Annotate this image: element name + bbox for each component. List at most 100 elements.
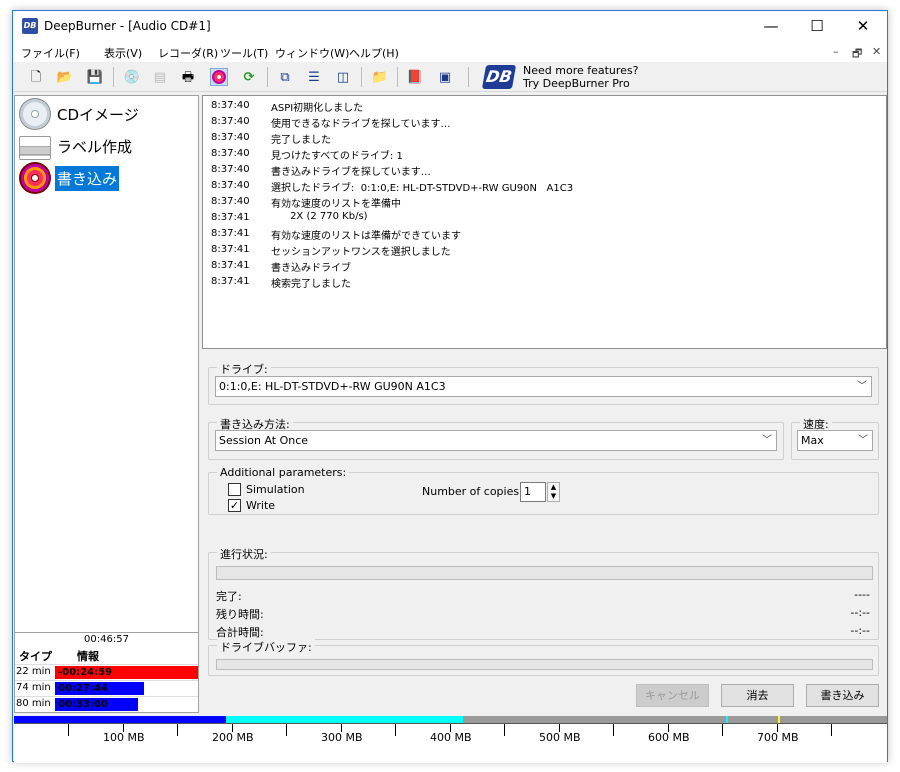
window-title: DeepBurner - [Audio CD#1] — [44, 19, 211, 33]
write-checkbox[interactable]: ✓ — [228, 499, 241, 512]
progress-label: 進行状況: — [217, 546, 271, 562]
additional-params-label: Additional parameters: — [217, 466, 350, 479]
ruler-tick — [613, 724, 614, 736]
drive-select[interactable]: 0:1:0,E: HL-DT-STDVD+-RW GU90N A1C3 ﹀ — [215, 376, 872, 397]
browse-folder-icon[interactable]: 📁 — [371, 68, 389, 86]
mdi-close-icon[interactable]: ✕ — [872, 45, 881, 58]
cd-image-icon[interactable]: 💿 — [123, 68, 141, 86]
write-method-group: 書き込み方法: Session At Once ﹀ — [208, 416, 784, 460]
log-time: 8:37:40 — [211, 100, 250, 111]
drive-buffer-group: ドライブバッファ: — [208, 639, 879, 676]
drive-label: ドライブ: — [217, 361, 271, 377]
menu-file[interactable]: ファイル(F) — [21, 45, 80, 61]
deepburner-logo[interactable]: DB — [481, 65, 517, 89]
burn-button[interactable]: 書き込み — [806, 684, 879, 707]
log-time: 8:37:41 — [211, 212, 250, 223]
burn-disc-icon — [19, 162, 51, 194]
new-file-icon[interactable]: 🗋 — [27, 68, 45, 86]
write-method-select[interactable]: Session At Once ﹀ — [215, 430, 777, 451]
minimize-button[interactable]: — — [748, 11, 794, 42]
nav-item-burn[interactable]: 書き込み — [19, 162, 120, 194]
col-header-info: 情報 — [77, 650, 99, 663]
about-icon[interactable]: ▣ — [436, 68, 454, 86]
disc-stats-panel: 00:46:57 タイプ 情報 22 min -00:24:59 74 min … — [14, 633, 199, 713]
write-label: Write — [246, 499, 276, 512]
capacity-used-segment — [14, 716, 226, 723]
title-bar[interactable]: DB DeepBurner - [Audio CD#1] — ☐ ✕ — [13, 11, 887, 42]
done-label: 完了: — [216, 590, 242, 603]
stats-type: 22 min — [16, 666, 51, 677]
copies-input[interactable]: 1 — [520, 482, 546, 502]
ruler-label: 300 MB — [321, 731, 363, 744]
menu-tools[interactable]: ツール(T) — [220, 45, 268, 61]
burn-disc-icon[interactable] — [210, 68, 228, 86]
log-time: 8:37:40 — [211, 196, 250, 207]
nav-item-cd-image[interactable]: CDイメージ — [19, 98, 141, 130]
ruler-label: 600 MB — [648, 731, 690, 744]
log-time: 8:37:41 — [211, 244, 250, 255]
ruler-label: 400 MB — [430, 731, 472, 744]
log-panel[interactable]: 8:37:40 ASPI初期化しました 8:37:40 使用できるなドライブを探してい… — [202, 95, 887, 349]
menu-recorder[interactable]: レコーダ(R) — [158, 45, 218, 61]
log-message: 2X (2 770 Kb/s) — [271, 211, 368, 222]
done-value: ---- — [854, 588, 870, 601]
menu-window[interactable]: ウィンドウ(W) — [275, 45, 349, 61]
copies-label: Number of copies: — [422, 485, 523, 498]
open-folder-icon[interactable]: 📂 — [56, 68, 74, 86]
refresh-icon[interactable]: ⟳ — [240, 68, 258, 86]
progress-bar — [216, 566, 873, 580]
ruler-tick — [504, 724, 505, 736]
speed-select[interactable]: Max ﹀ — [797, 430, 873, 451]
menu-help[interactable]: ヘルプ(H) — [349, 45, 399, 61]
menu-view[interactable]: 表示(V) — [104, 45, 142, 61]
toolbar-separator — [113, 67, 114, 87]
stats-row: 80 min 00:33:00 — [15, 696, 198, 711]
ruler-label: 700 MB — [757, 731, 799, 744]
log-message: 書き込みドライブ — [271, 263, 351, 274]
ruler-tick — [286, 724, 287, 736]
ruler-label: 500 MB — [539, 731, 581, 744]
mdi-minimize-icon[interactable]: – — [833, 45, 839, 58]
log-message: 書き込みドライブを探しています… — [271, 167, 431, 178]
nav-item-label[interactable]: ラベル作成 — [19, 130, 134, 162]
app-window: DB DeepBurner - [Audio CD#1] — ☐ ✕ ファイル(… — [12, 10, 888, 763]
col-header-type: タイプ — [19, 650, 52, 663]
nav-label: 書き込み — [55, 165, 120, 191]
promo-line-2: Try DeepBurner Pro — [523, 77, 630, 90]
log-message: 選択したドライブ: 0:1:0,E: HL-DT-STDVD+-RW GU90N… — [271, 183, 574, 194]
remaining-value: --:-- — [850, 606, 870, 619]
maximize-button[interactable]: ☐ — [794, 11, 840, 42]
cascade-windows-icon[interactable]: ⧉ — [276, 68, 294, 86]
save-icon[interactable]: 💾 — [86, 68, 104, 86]
chevron-down-icon: ﹀ — [858, 435, 868, 446]
nav-label: CDイメージ — [57, 105, 139, 124]
toolbar-separator — [361, 67, 362, 87]
ruler-tick — [177, 724, 178, 736]
log-time: 8:37:41 — [211, 260, 250, 271]
simulation-checkbox[interactable] — [228, 483, 241, 496]
promo-text[interactable]: Need more features? Try DeepBurner Pro — [523, 64, 639, 90]
tile-horizontal-icon[interactable]: ☰ — [305, 68, 323, 86]
help-book-icon[interactable]: 📕 — [406, 68, 424, 86]
label-disabled-icon: ▤ — [153, 69, 167, 85]
ruler-label: 100 MB — [103, 731, 145, 744]
cancel-button[interactable]: キャンセル — [636, 684, 709, 707]
print-icon[interactable]: 🖶 — [179, 68, 197, 86]
erase-button[interactable]: 消去 — [721, 684, 794, 707]
stats-bar: -00:24:59 — [55, 666, 198, 679]
additional-params-group: Additional parameters: Simulation ✓ Writ… — [208, 466, 879, 515]
progress-group: 進行状況: 完了: ---- 残り時間: --:-- 合計時間: --:-- — [208, 546, 879, 640]
close-button[interactable]: ✕ — [840, 11, 886, 42]
toolbar-separator — [468, 67, 469, 87]
toolbar: 🗋 📂 💾 💿 ▤ 🖶 ⟳ ⧉ ☰ ◫ 📁 📕 ▣ DB Need more f… — [13, 62, 887, 92]
elapsed-time: 00:46:57 — [84, 634, 129, 645]
log-message: 使用できるなドライブを探しています… — [271, 119, 451, 130]
toolbar-separator — [397, 67, 398, 87]
capacity-marker — [778, 716, 780, 723]
copies-stepper[interactable]: ▲ ▼ — [547, 482, 560, 502]
tile-vertical-icon[interactable]: ◫ — [334, 68, 352, 86]
promo-line-1: Need more features? — [523, 64, 639, 77]
ruler-tick — [831, 724, 832, 736]
simulation-label: Simulation — [246, 483, 305, 496]
drive-value: 0:1:0,E: HL-DT-STDVD+-RW GU90N A1C3 — [219, 380, 446, 393]
